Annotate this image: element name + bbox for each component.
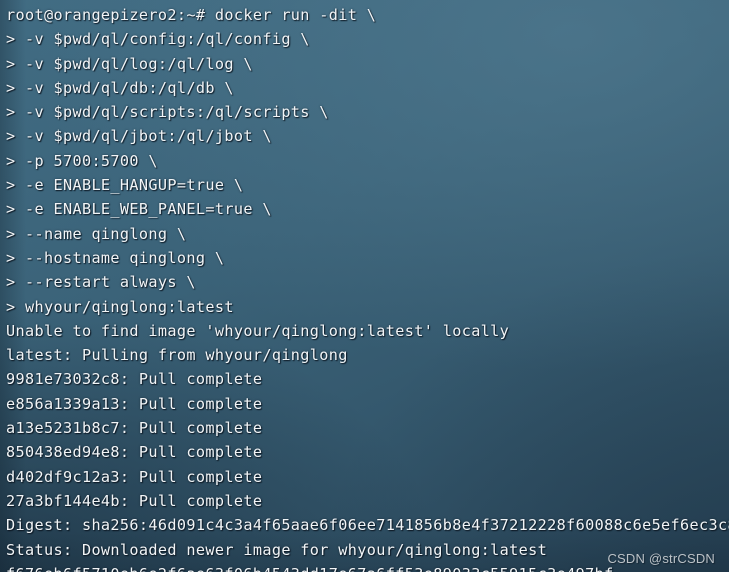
terminal-line: 850438ed94e8: Pull complete xyxy=(6,443,263,462)
terminal-line: Digest: sha256:46d091c4c3a4f65aae6f06ee7… xyxy=(6,516,729,535)
csdn-watermark: CSDN @strCSDN xyxy=(607,551,715,566)
terminal-window[interactable]: root@orangepizero2:~# docker run -dit \ >… xyxy=(0,0,729,572)
terminal-line: a13e5231b8c7: Pull complete xyxy=(6,419,263,438)
terminal-line: Unable to find image 'whyour/qinglong:la… xyxy=(6,321,510,340)
terminal-line: > --name qinglong \ xyxy=(6,224,187,243)
terminal-line: > -v $pwd/ql/scripts:/ql/scripts \ xyxy=(6,103,329,122)
terminal-output[interactable]: root@orangepizero2:~# docker run -dit \ >… xyxy=(0,0,729,572)
terminal-line: > -v $pwd/ql/jbot:/ql/jbot \ xyxy=(6,127,272,146)
terminal-line: > -v $pwd/ql/config:/ql/config \ xyxy=(6,30,310,49)
terminal-line: > -v $pwd/ql/db:/ql/db \ xyxy=(6,78,234,97)
terminal-line: 27a3bf144e4b: Pull complete xyxy=(6,491,263,510)
terminal-line: > --hostname qinglong \ xyxy=(6,248,225,267)
terminal-line: > -e ENABLE_HANGUP=true \ xyxy=(6,176,244,195)
terminal-line: 9981e73032c8: Pull complete xyxy=(6,370,263,389)
terminal-line: > --restart always \ xyxy=(6,273,196,292)
terminal-line: > -e ENABLE_WEB_PANEL=true \ xyxy=(6,200,272,219)
terminal-line: > -v $pwd/ql/log:/ql/log \ xyxy=(6,54,253,73)
terminal-line: root@orangepizero2:~# docker run -dit \ xyxy=(6,6,377,24)
terminal-line: d402df9c12a3: Pull complete xyxy=(6,467,263,486)
terminal-line: e856a1339a13: Pull complete xyxy=(6,394,263,413)
terminal-line: > -p 5700:5700 \ xyxy=(6,151,158,170)
terminal-line: > whyour/qinglong:latest xyxy=(6,297,234,316)
terminal-line: latest: Pulling from whyour/qinglong xyxy=(6,346,348,365)
